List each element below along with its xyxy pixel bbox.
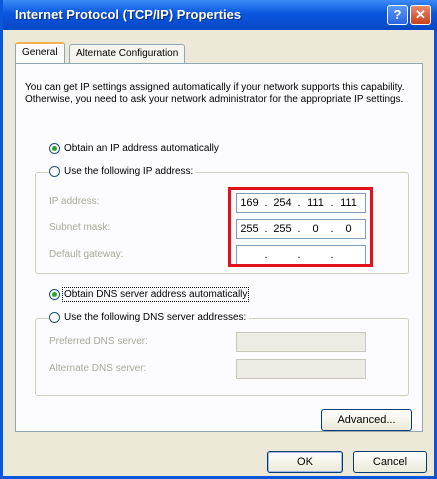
- preferred-dns-field[interactable]: [236, 332, 366, 352]
- ok-button[interactable]: OK: [267, 451, 343, 473]
- radio-selected-icon: [49, 143, 60, 154]
- radio-unselected-icon: [49, 166, 60, 177]
- obtain-dns-auto-radio[interactable]: Obtain DNS server address automatically: [49, 287, 250, 302]
- title-bar[interactable]: Internet Protocol (TCP/IP) Properties ? …: [3, 0, 437, 30]
- alternate-dns-label: Alternate DNS server:: [49, 363, 147, 374]
- tab-alternate-configuration[interactable]: Alternate Configuration: [69, 44, 186, 63]
- obtain-ip-auto-label: Obtain an IP address automatically: [64, 143, 219, 154]
- properties-dialog: Internet Protocol (TCP/IP) Properties ? …: [0, 0, 437, 479]
- ip-address-label: IP address:: [49, 196, 100, 207]
- use-following-ip-radio[interactable]: Use the following IP address:: [49, 166, 197, 177]
- cancel-button[interactable]: Cancel: [353, 451, 427, 473]
- dns-address-group: [35, 318, 409, 396]
- window-title: Internet Protocol (TCP/IP) Properties: [15, 7, 242, 22]
- subnet-mask-label: Subnet mask:: [49, 222, 111, 233]
- close-button[interactable]: ✕: [410, 5, 431, 25]
- advanced-button[interactable]: Advanced...: [321, 409, 412, 431]
- alternate-dns-field[interactable]: [236, 359, 366, 379]
- obtain-dns-auto-label: Obtain DNS server address automatically: [61, 287, 250, 302]
- preferred-dns-label: Preferred DNS server:: [49, 336, 148, 347]
- use-following-dns-label: Use the following DNS server addresses:: [64, 312, 247, 323]
- radio-unselected-icon: [49, 312, 60, 323]
- help-button[interactable]: ?: [387, 5, 408, 25]
- highlight-box: [228, 187, 373, 267]
- obtain-ip-auto-radio[interactable]: Obtain an IP address automatically: [49, 143, 219, 154]
- use-following-ip-label: Use the following IP address:: [64, 166, 194, 177]
- use-following-dns-radio[interactable]: Use the following DNS server addresses:: [49, 312, 250, 323]
- intro-text: You can get IP settings assigned automat…: [25, 82, 405, 105]
- radio-selected-icon: [49, 289, 60, 300]
- tab-general[interactable]: General: [15, 42, 65, 63]
- default-gateway-label: Default gateway:: [49, 249, 124, 260]
